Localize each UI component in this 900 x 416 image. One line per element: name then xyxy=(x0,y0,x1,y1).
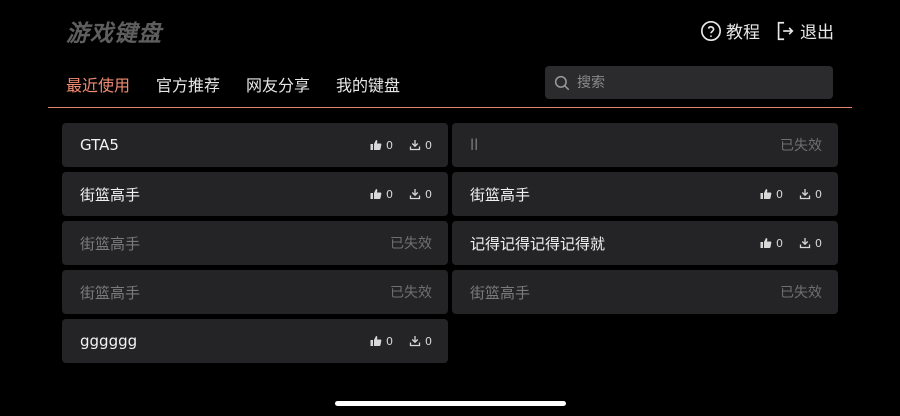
tab-mine[interactable]: 我的键盘 xyxy=(336,72,400,96)
keyboard-card[interactable]: gggggg 0 0 xyxy=(62,319,448,363)
logout-label: 退出 xyxy=(800,23,834,43)
download-icon xyxy=(409,140,421,151)
keyboard-card-expired[interactable]: 街篮高手 已失效 xyxy=(62,221,448,265)
app-title: 游戏键盘 xyxy=(66,21,162,47)
likes-count: 0 xyxy=(386,334,393,348)
expired-status: 已失效 xyxy=(780,138,822,154)
downloads-count: 0 xyxy=(425,138,432,152)
search-input[interactable] xyxy=(575,73,819,92)
help-circle-icon xyxy=(701,20,721,41)
likes-count: 0 xyxy=(386,138,393,152)
keyboard-stats: 0 0 xyxy=(370,188,432,201)
tutorial-button[interactable]: 教程 xyxy=(700,18,760,43)
logout-icon xyxy=(777,21,794,40)
keyboard-stats: 0 0 xyxy=(760,188,822,201)
thumbs-up-icon xyxy=(760,238,772,248)
keyboard-card-expired[interactable]: 街篮高手 已失效 xyxy=(62,270,448,314)
downloads-stat[interactable]: 0 xyxy=(409,335,432,348)
keyboard-name: 记得记得记得记得就 xyxy=(470,234,606,253)
downloads-count: 0 xyxy=(425,334,432,348)
likes-count: 0 xyxy=(776,187,783,201)
likes-stat[interactable]: 0 xyxy=(760,237,783,250)
thumbs-up-icon xyxy=(760,189,772,199)
keyboard-stats: 0 0 xyxy=(370,335,432,348)
keyboard-name: 街篮高手 xyxy=(80,234,141,253)
keyboard-stats: 0 0 xyxy=(370,139,432,152)
category-tabs: 最近使用 官方推荐 网友分享 我的键盘 xyxy=(66,72,400,96)
tutorial-label: 教程 xyxy=(726,23,760,43)
search-icon xyxy=(554,75,570,90)
tabs-divider xyxy=(48,107,852,108)
keyboard-card-expired[interactable]: 街篮高手 已失效 xyxy=(452,270,838,314)
downloads-count: 0 xyxy=(815,187,822,201)
thumbs-up-icon xyxy=(370,140,382,150)
keyboard-card[interactable]: 记得记得记得记得就 0 0 xyxy=(452,221,838,265)
downloads-stat[interactable]: 0 xyxy=(409,139,432,152)
likes-stat[interactable]: 0 xyxy=(370,335,393,348)
download-icon xyxy=(799,189,811,200)
likes-stat[interactable]: 0 xyxy=(760,188,783,201)
keyboard-card[interactable]: GTA5 0 0 xyxy=(62,123,448,167)
header-actions: 教程 退出 xyxy=(700,18,834,43)
keyboard-name: GTA5 xyxy=(80,136,119,154)
tab-recent[interactable]: 最近使用 xyxy=(66,72,130,96)
thumbs-up-icon xyxy=(370,189,382,199)
tab-official[interactable]: 官方推荐 xyxy=(156,72,220,96)
downloads-stat[interactable]: 0 xyxy=(799,188,822,201)
likes-stat[interactable]: 0 xyxy=(370,188,393,201)
keyboard-name: 街篮高手 xyxy=(80,283,141,302)
downloads-stat[interactable]: 0 xyxy=(409,188,432,201)
likes-count: 0 xyxy=(386,187,393,201)
download-icon xyxy=(409,336,421,347)
keyboard-stats: 0 0 xyxy=(760,237,822,250)
search-box[interactable] xyxy=(545,66,833,99)
tab-shared[interactable]: 网友分享 xyxy=(246,72,310,96)
download-icon xyxy=(799,238,811,249)
likes-count: 0 xyxy=(776,236,783,250)
keyboard-card[interactable]: 街篮高手 0 0 xyxy=(452,172,838,216)
downloads-stat[interactable]: 0 xyxy=(799,237,822,250)
keyboard-name: ll xyxy=(470,136,479,154)
downloads-count: 0 xyxy=(425,187,432,201)
likes-stat[interactable]: 0 xyxy=(370,139,393,152)
expired-status: 已失效 xyxy=(390,236,432,252)
keyboard-name: gggggg xyxy=(80,332,138,350)
download-icon xyxy=(409,189,421,200)
keyboard-name: 街篮高手 xyxy=(80,185,141,204)
downloads-count: 0 xyxy=(815,236,822,250)
logout-button[interactable]: 退出 xyxy=(774,18,834,43)
home-indicator xyxy=(335,401,566,406)
keyboard-card[interactable]: 街篮高手 0 0 xyxy=(62,172,448,216)
keyboard-name: 街篮高手 xyxy=(470,283,531,302)
expired-status: 已失效 xyxy=(390,285,432,301)
keyboard-name: 街篮高手 xyxy=(470,185,531,204)
thumbs-up-icon xyxy=(370,336,382,346)
keyboard-card-expired[interactable]: ll 已失效 xyxy=(452,123,838,167)
expired-status: 已失效 xyxy=(780,285,822,301)
